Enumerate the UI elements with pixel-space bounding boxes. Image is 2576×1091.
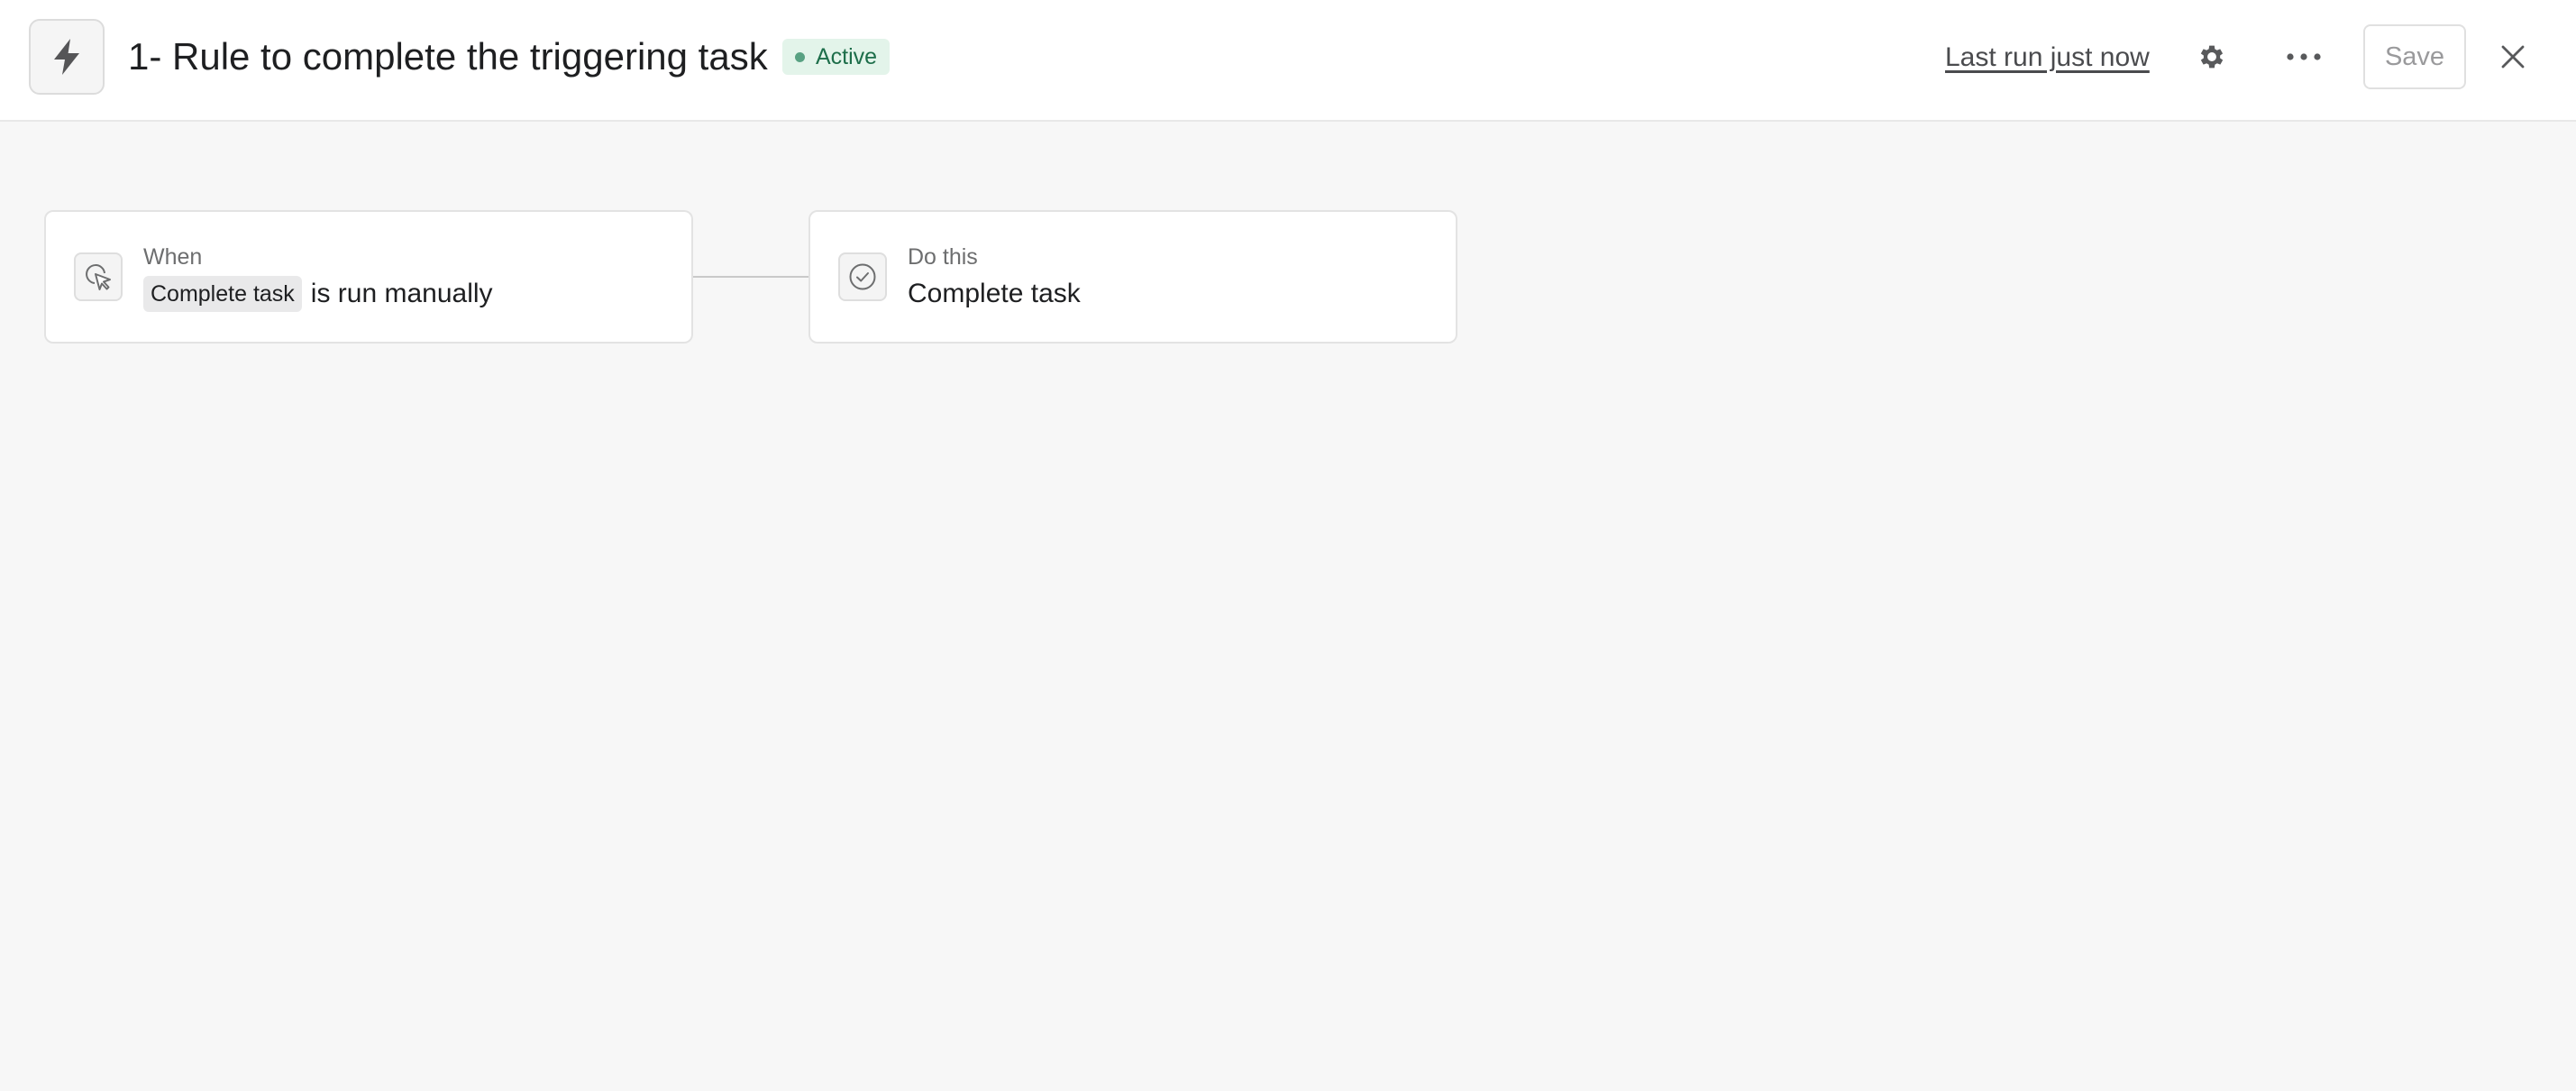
- more-actions-button[interactable]: [2274, 27, 2334, 87]
- trigger-icon-box: [74, 252, 123, 301]
- status-label: Active: [816, 44, 878, 69]
- action-card[interactable]: Do this Complete task: [808, 210, 1457, 344]
- trigger-text: is run manually: [310, 279, 493, 308]
- action-caption: Do this: [908, 244, 978, 270]
- rule-token: Complete task: [143, 276, 302, 312]
- status-badge: Active: [782, 39, 891, 75]
- rule-editor-header: 1- Rule to complete the triggering task …: [0, 0, 2576, 122]
- status-dot: [795, 51, 805, 62]
- gear-icon: [2200, 45, 2224, 69]
- rule-icon-button[interactable]: [29, 19, 105, 95]
- action-icon-box: [838, 252, 887, 301]
- save-button[interactable]: Save: [2363, 24, 2466, 89]
- connector-line: [693, 276, 808, 278]
- action-text: Complete task: [908, 279, 1081, 308]
- rule-title[interactable]: 1- Rule to complete the triggering task: [128, 31, 768, 83]
- settings-button[interactable]: [2182, 27, 2242, 87]
- check-circle-icon: [849, 263, 876, 290]
- lightning-bolt-icon: [54, 39, 79, 75]
- trigger-description: Complete task is run manually: [143, 275, 493, 313]
- cursor-click-icon: [86, 264, 111, 290]
- trigger-caption: When: [143, 244, 203, 270]
- more-horizontal-icon: [2287, 53, 2321, 60]
- last-run-link[interactable]: Last run just now: [1945, 40, 2150, 76]
- close-button[interactable]: [2483, 27, 2543, 87]
- action-description: Complete task: [908, 275, 1081, 313]
- trigger-card[interactable]: When Complete task is run manually: [44, 210, 693, 344]
- workflow-canvas[interactable]: When Complete task is run manually Do th…: [0, 124, 2576, 1091]
- close-icon: [2501, 45, 2525, 69]
